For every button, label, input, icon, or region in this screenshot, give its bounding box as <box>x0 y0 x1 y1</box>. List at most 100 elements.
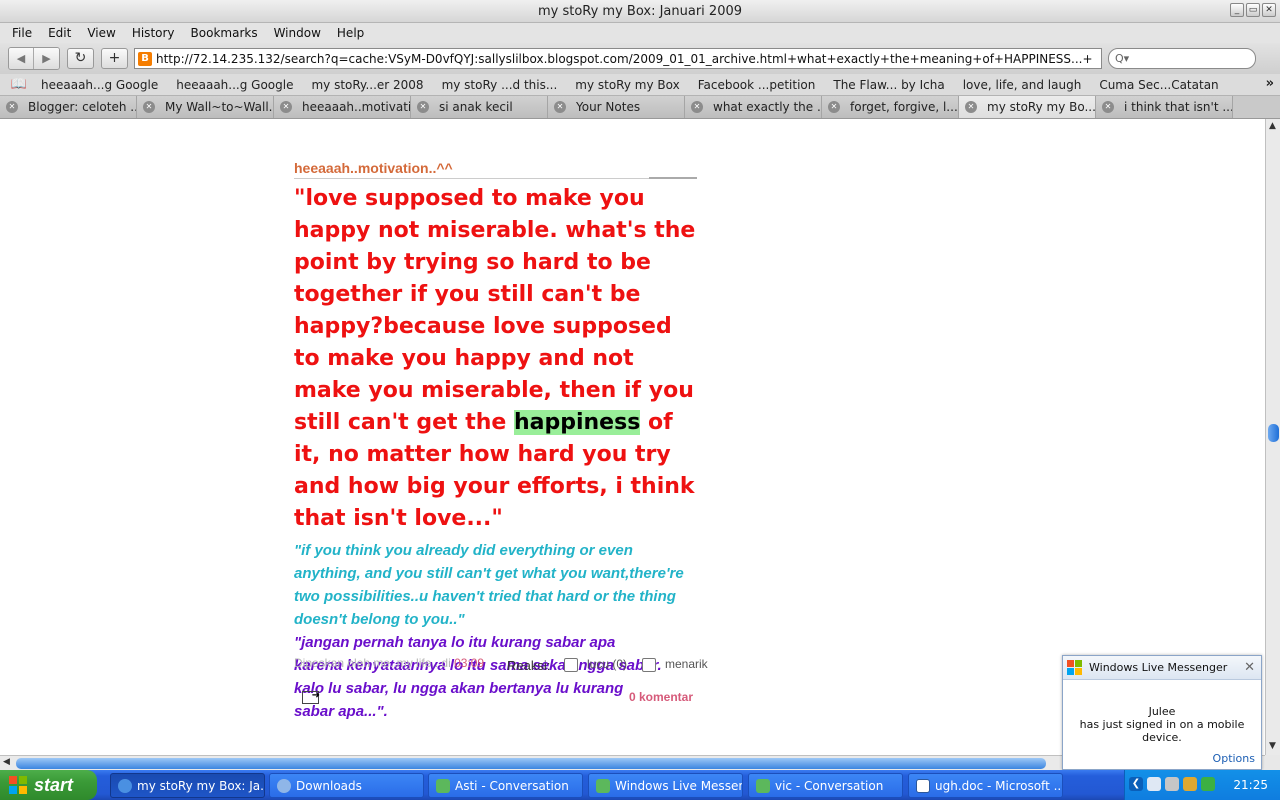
highlighted-word: happiness <box>513 410 641 435</box>
close-button[interactable]: ✕ <box>1262 3 1276 17</box>
chevron-left-icon[interactable]: ❮ <box>1129 777 1143 791</box>
tab-label: My Wall~to~Wall... <box>165 100 274 114</box>
vertical-scroll-thumb[interactable] <box>1268 424 1279 442</box>
menu-window[interactable]: Window <box>266 26 329 40</box>
close-icon[interactable]: ✕ <box>554 101 566 113</box>
bookmark-item[interactable]: Cuma Sec...Catatan <box>1090 78 1227 92</box>
bookmark-item[interactable]: Facebook ...petition <box>689 78 825 92</box>
browser-toolbar: ◀ ▶ ↻ + B http://72.14.235.132/search?q=… <box>0 43 1280 74</box>
close-icon[interactable]: ✕ <box>691 101 703 113</box>
scroll-down-icon[interactable]: ▼ <box>1269 741 1276 751</box>
menu-help[interactable]: Help <box>329 26 372 40</box>
vertical-scrollbar[interactable]: ▲ ▼ <box>1265 119 1280 755</box>
taskbar-item-browser[interactable]: my stoRy my Box: Ja... <box>110 773 265 798</box>
reaction-label-menarik: menarik <box>665 657 708 671</box>
window-controls: _ ▭ ✕ <box>1230 3 1276 17</box>
close-icon[interactable]: ✕ <box>417 101 429 113</box>
menu-history[interactable]: History <box>124 26 183 40</box>
address-url[interactable]: http://72.14.235.132/search?q=cache:VSyM… <box>156 52 1093 66</box>
windows-flag-icon <box>9 776 28 794</box>
start-button[interactable]: start <box>0 770 97 800</box>
tab[interactable]: ✕ Blogger: celoteh ... <box>0 96 137 118</box>
reaction-checkbox-menarik[interactable] <box>642 658 656 672</box>
tab[interactable]: ✕ heeaaah..motivati... <box>274 96 411 118</box>
window-title-bar: my stoRy my Box: Januari 2009 _ ▭ ✕ <box>0 0 1280 23</box>
tab-label: my stoRy my Bo... <box>987 100 1096 114</box>
notification-app-name: Windows Live Messenger <box>1089 661 1228 674</box>
tab-label: si anak kecil <box>439 100 513 114</box>
scroll-up-icon[interactable]: ▲ <box>1269 121 1276 131</box>
email-post-icon[interactable] <box>302 690 320 704</box>
post-title[interactable]: heeaaah..motivation..^^ <box>294 160 697 179</box>
quote-red-text-before: "love supposed to make you happy not mis… <box>294 186 696 435</box>
chevron-right-icon[interactable]: » <box>1266 76 1274 91</box>
tab[interactable]: ✕ si anak kecil <box>411 96 548 118</box>
search-input[interactable]: Q▾ <box>1108 48 1256 69</box>
forward-button[interactable]: ▶ <box>34 48 59 69</box>
post-time-link[interactable]: 03:09 <box>454 656 484 670</box>
bookmark-item[interactable]: my stoRy ...d this... <box>433 78 567 92</box>
reload-button[interactable]: ↻ <box>67 48 94 69</box>
tab-label: Your Notes <box>576 100 641 114</box>
tab[interactable]: ✕ Your Notes <box>548 96 685 118</box>
bookmark-item[interactable]: heeaaah...g Google <box>167 78 302 92</box>
address-bar[interactable]: B http://72.14.235.132/search?q=cache:VS… <box>134 48 1102 69</box>
tab[interactable]: ✕ what exactly the ... <box>685 96 822 118</box>
scroll-left-icon[interactable]: ◀ <box>3 757 10 767</box>
taskbar-item-downloads[interactable]: Downloads <box>269 773 424 798</box>
tab-bar: ✕ Blogger: celoteh ... ✕ My Wall~to~Wall..… <box>0 96 1280 119</box>
network-icon[interactable] <box>1147 777 1161 791</box>
bookmark-item[interactable]: my stoRy...er 2008 <box>302 78 432 92</box>
tab-label: forget, forgive, l... <box>850 100 958 114</box>
close-icon[interactable]: ✕ <box>828 101 840 113</box>
menu-edit[interactable]: Edit <box>40 26 79 40</box>
close-icon[interactable]: ✕ <box>280 101 292 113</box>
tab[interactable]: ✕ i think that isn't ... <box>1096 96 1233 118</box>
close-icon[interactable]: ✕ <box>1102 101 1114 113</box>
book-icon[interactable]: 📖 <box>6 77 32 92</box>
speaker-icon[interactable] <box>1165 777 1179 791</box>
tab-label: what exactly the ... <box>713 100 822 114</box>
taskbar-item-messenger[interactable]: Windows Live Messen... <box>588 773 743 798</box>
notification-header: Windows Live Messenger ✕ <box>1063 656 1261 680</box>
menu-file[interactable]: File <box>4 26 40 40</box>
comments-link[interactable]: 0 komentar <box>629 690 693 704</box>
minimize-button[interactable]: _ <box>1230 3 1244 17</box>
close-icon[interactable]: ✕ <box>143 101 155 113</box>
browser-icon <box>118 779 132 793</box>
options-link[interactable]: Options <box>1213 752 1255 765</box>
bookmark-item[interactable]: my stoRy my Box <box>566 78 688 92</box>
menu-bookmarks[interactable]: Bookmarks <box>183 26 266 40</box>
taskbar-item-asti[interactable]: Asti - Conversation <box>428 773 583 798</box>
system-tray: ❮ 21:25 <box>1124 770 1280 800</box>
wifi-icon[interactable] <box>1201 777 1215 791</box>
task-label: Windows Live Messen... <box>615 779 742 793</box>
close-icon[interactable]: ✕ <box>6 101 18 113</box>
blog-post: heeaaah..motivation..^^ "love supposed t… <box>294 160 714 723</box>
reaction-checkbox-lucu[interactable] <box>564 658 578 672</box>
post-footer: Diposkan oleh me..my life.. di 03:09 Rea… <box>294 656 714 678</box>
reaction-label-lucu: lucu (0) <box>587 657 628 671</box>
menu-view[interactable]: View <box>79 26 123 40</box>
taskbar-item-word[interactable]: ugh.doc - Microsoft ... <box>908 773 1063 798</box>
taskbar: start my stoRy my Box: Ja... Downloads A… <box>0 770 1280 800</box>
maximize-button[interactable]: ▭ <box>1246 3 1260 17</box>
horizontal-scroll-thumb[interactable] <box>16 758 1046 769</box>
bookmark-item[interactable]: The Flaw... by Icha <box>824 78 953 92</box>
close-icon[interactable]: ✕ <box>965 101 977 113</box>
window-title: my stoRy my Box: Januari 2009 <box>537 4 743 19</box>
antivirus-icon[interactable] <box>1183 777 1197 791</box>
bookmark-item[interactable]: heeaaah...g Google <box>32 78 167 92</box>
add-bookmark-button[interactable]: + <box>101 48 128 69</box>
tab-active[interactable]: ✕ my stoRy my Bo... <box>959 96 1096 118</box>
bookmark-item[interactable]: love, life, and laugh <box>954 78 1091 92</box>
back-button[interactable]: ◀ <box>9 48 34 69</box>
tab[interactable]: ✕ forget, forgive, l... <box>822 96 959 118</box>
taskbar-item-vic[interactable]: vic - Conversation <box>748 773 903 798</box>
tab[interactable]: ✕ My Wall~to~Wall... <box>137 96 274 118</box>
system-clock: 21:25 <box>1233 778 1268 792</box>
close-icon[interactable]: ✕ <box>1244 660 1255 675</box>
messenger-notification[interactable]: Windows Live Messenger ✕ Julee has just … <box>1062 655 1262 770</box>
messenger-buddy-icon <box>436 779 450 793</box>
posted-by: Diposkan oleh me..my life.. di 03:09 <box>294 656 484 670</box>
